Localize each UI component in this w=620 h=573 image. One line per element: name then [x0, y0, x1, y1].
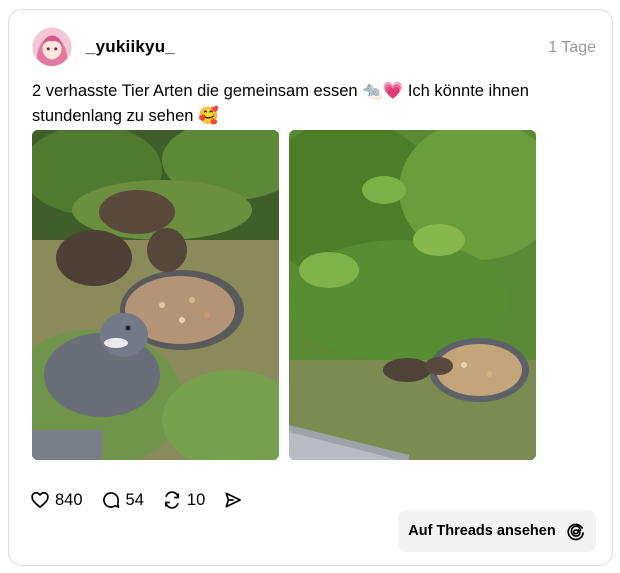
view-on-threads-label: Auf Threads ansehen — [408, 523, 556, 539]
avatar-image — [33, 28, 71, 66]
rats-at-bowl-photo — [289, 130, 536, 460]
repost-icon — [164, 491, 179, 509]
post-caption: 2 verhasste Tier Arten die gemeinsam ess… — [32, 82, 529, 125]
action-bar: 840 54 10 — [30, 488, 261, 512]
threads-logo-icon — [567, 523, 584, 541]
comment-button[interactable]: 54 — [101, 490, 144, 510]
avatar[interactable] — [32, 27, 72, 67]
heart-icon — [31, 491, 49, 508]
comment-count: 54 — [125, 490, 144, 509]
timestamp: 1 Tage — [548, 39, 596, 56]
repost-count: 10 — [186, 490, 206, 509]
post-image-1[interactable] — [32, 130, 279, 460]
like-button[interactable]: 840 — [30, 490, 83, 510]
view-on-threads-button[interactable]: Auf Threads ansehen — [398, 510, 596, 552]
comment-icon — [102, 492, 119, 508]
username[interactable]: _yukiikyu_ — [86, 37, 175, 57]
repost-button[interactable]: 10 — [162, 490, 205, 510]
rats-and-pigeon-feeding-photo — [32, 130, 279, 460]
like-count: 840 — [55, 490, 83, 509]
share-button[interactable] — [223, 490, 243, 510]
post-card: _yukiikyu_ 1 Tage 2 verhasste Tier Arten… — [8, 9, 613, 566]
post-image-2[interactable] — [289, 130, 536, 460]
send-icon — [225, 492, 242, 508]
